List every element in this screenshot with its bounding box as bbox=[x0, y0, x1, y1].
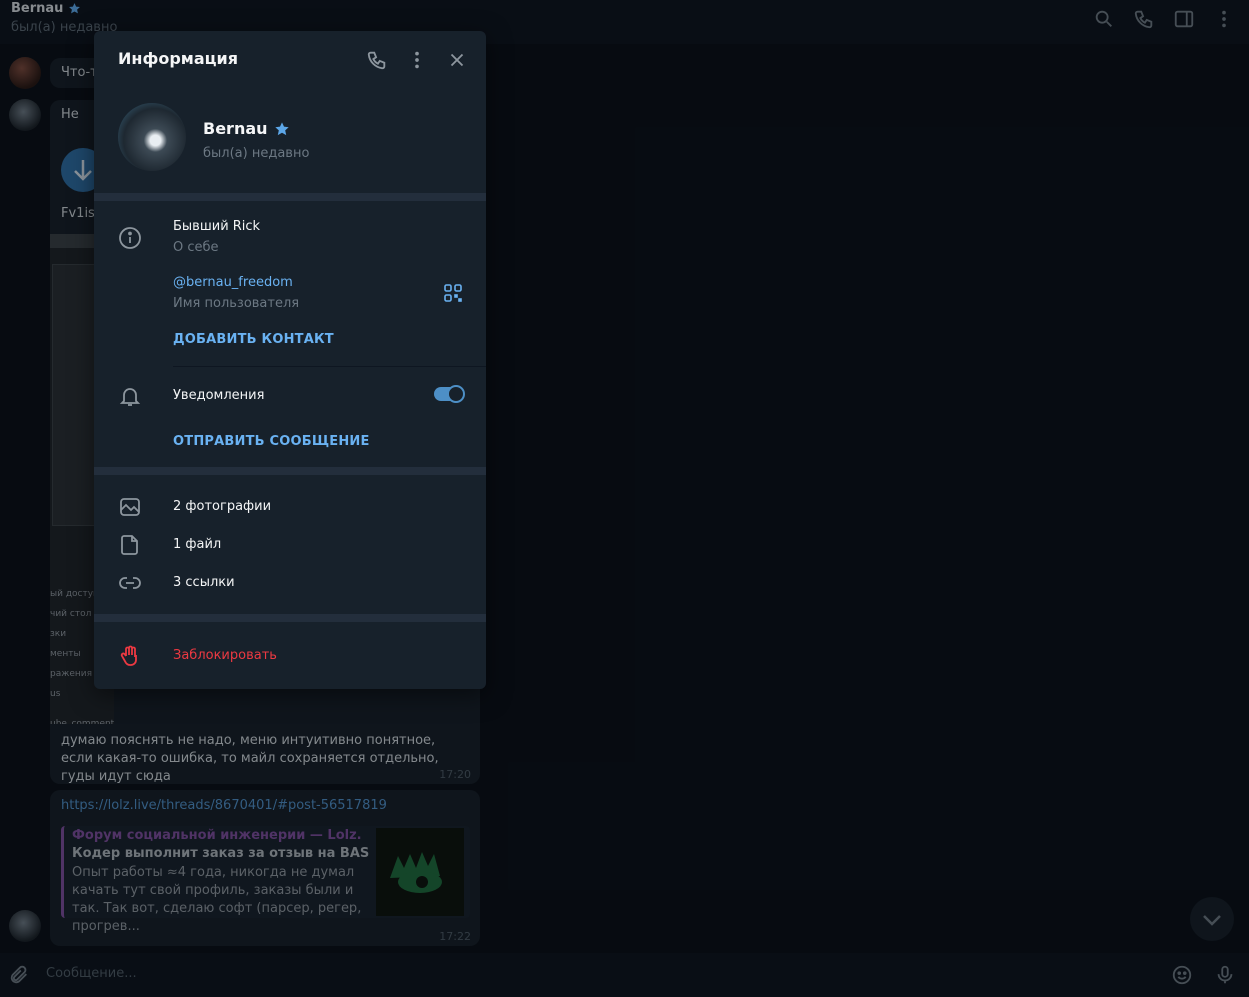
premium-star-icon[interactable] bbox=[274, 121, 290, 137]
photo-icon bbox=[120, 498, 140, 516]
section-divider bbox=[94, 467, 486, 475]
qr-code-icon[interactable] bbox=[444, 284, 462, 302]
shared-photos-item[interactable]: 2 фотографии bbox=[173, 499, 271, 514]
bell-icon bbox=[119, 388, 141, 406]
username-link[interactable]: @bernau_freedom bbox=[173, 275, 293, 290]
info-icon bbox=[119, 227, 141, 249]
row-divider bbox=[173, 366, 486, 367]
hand-stop-icon bbox=[120, 645, 137, 666]
more-icon[interactable] bbox=[406, 49, 428, 71]
shared-files-item[interactable]: 1 файл bbox=[173, 537, 221, 552]
add-contact-button[interactable]: ДОБАВИТЬ КОНТАКТ bbox=[173, 332, 334, 347]
close-icon[interactable] bbox=[446, 49, 468, 71]
notifications-label: Уведомления bbox=[173, 388, 265, 403]
profile-avatar[interactable] bbox=[118, 103, 186, 171]
panel-title: Информация bbox=[118, 49, 238, 68]
link-icon bbox=[119, 577, 141, 589]
section-divider bbox=[94, 193, 486, 201]
block-user-button[interactable]: Заблокировать bbox=[173, 648, 277, 663]
shared-links-item[interactable]: 3 ссылки bbox=[173, 575, 235, 590]
section-divider bbox=[94, 614, 486, 622]
username-label: Имя пользователя bbox=[173, 296, 300, 311]
bio-text[interactable]: Бывший Rick bbox=[173, 219, 260, 234]
send-message-button[interactable]: ОТПРАВИТЬ СООБЩЕНИЕ bbox=[173, 434, 370, 449]
user-info-panel: Информация Bernau был(а) недавно Бывший … bbox=[94, 31, 486, 689]
bio-label: О себе bbox=[173, 240, 219, 255]
profile-name-row: Bernau bbox=[203, 119, 290, 138]
phone-icon[interactable] bbox=[366, 49, 388, 71]
notifications-toggle[interactable] bbox=[434, 385, 465, 403]
file-icon bbox=[121, 535, 138, 555]
profile-status: был(а) недавно bbox=[203, 146, 310, 161]
profile-name: Bernau bbox=[203, 119, 268, 138]
